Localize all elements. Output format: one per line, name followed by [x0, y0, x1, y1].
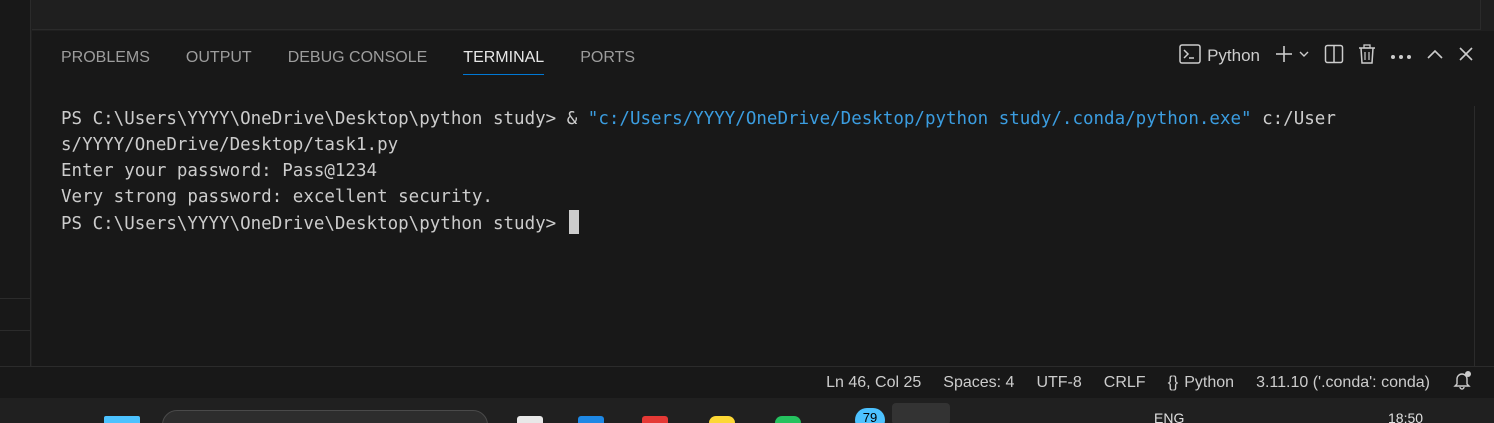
- chevron-down-icon[interactable]: [1298, 47, 1310, 65]
- tab-output[interactable]: OUTPUT: [186, 49, 252, 75]
- kill-terminal-button[interactable]: [1358, 43, 1376, 69]
- app-icon[interactable]: [578, 416, 604, 423]
- terminal-line: PS C:\Users\YYYY\OneDrive\Desktop\python…: [61, 106, 1424, 132]
- terminal-text: c:/User: [1251, 109, 1336, 129]
- more-actions-button[interactable]: [1390, 43, 1412, 69]
- status-bar: Ln 46, Col 25 Spaces: 4 UTF-8 CRLF {} Py…: [0, 366, 1494, 398]
- python-interpreter[interactable]: 3.11.10 ('.conda': conda): [1256, 374, 1430, 392]
- encoding[interactable]: UTF-8: [1036, 374, 1081, 392]
- language-label: Python: [1184, 373, 1235, 391]
- terminal-output[interactable]: PS C:\Users\YYYY\OneDrive\Desktop\python…: [61, 106, 1424, 237]
- clock[interactable]: 18:50: [1388, 410, 1423, 423]
- plus-icon: [1274, 44, 1294, 69]
- end-of-line[interactable]: CRLF: [1104, 374, 1146, 392]
- editor-area: [32, 0, 1494, 30]
- active-app-icon[interactable]: [892, 403, 950, 423]
- trash-icon: [1358, 43, 1376, 69]
- indentation[interactable]: Spaces: 4: [943, 374, 1014, 392]
- more-icon: [1390, 47, 1412, 65]
- new-terminal-button[interactable]: [1274, 43, 1310, 69]
- maximize-panel-button[interactable]: [1426, 43, 1444, 69]
- braces-icon: {}: [1167, 373, 1179, 391]
- panel-actions: Python: [1179, 43, 1474, 69]
- bottom-panel: PROBLEMS OUTPUT DEBUG CONSOLE TERMINAL P…: [32, 31, 1494, 366]
- terminal-string: "c:/Users/YYYY/OneDrive/Desktop/python s…: [587, 109, 1252, 129]
- terminal-scrollbar[interactable]: [1474, 106, 1494, 366]
- notification-badge: 79: [855, 408, 885, 423]
- start-icon[interactable]: [104, 416, 140, 423]
- app-icon[interactable]: [517, 416, 543, 423]
- chevron-up-icon: [1426, 47, 1444, 65]
- activity-bar: [0, 0, 31, 366]
- tab-terminal[interactable]: TERMINAL: [463, 49, 544, 75]
- terminal-prompt: PS C:\Users\YYYY\OneDrive\Desktop\python…: [61, 109, 588, 129]
- terminal-line: Very strong password: excellent security…: [61, 187, 493, 207]
- taskbar-search[interactable]: [162, 410, 488, 423]
- taskbar: 79 ENG 18:50: [0, 398, 1494, 423]
- terminal-prompt: PS C:\Users\YYYY\OneDrive\Desktop\python…: [61, 214, 567, 234]
- panel-tabs: PROBLEMS OUTPUT DEBUG CONSOLE TERMINAL P…: [61, 49, 635, 75]
- split-icon: [1324, 44, 1344, 69]
- app-icon[interactable]: [709, 416, 735, 423]
- input-language[interactable]: ENG: [1154, 410, 1184, 423]
- terminal-line: s/YYYY/OneDrive/Desktop/task1.py: [61, 135, 399, 155]
- tab-debug-console[interactable]: DEBUG CONSOLE: [288, 49, 428, 75]
- split-terminal-button[interactable]: [1324, 43, 1344, 69]
- bell-icon: [1452, 370, 1472, 395]
- app-icon[interactable]: [642, 416, 668, 423]
- app-icon[interactable]: [775, 416, 801, 423]
- divider: [0, 298, 31, 299]
- terminal-selector-label: Python: [1207, 46, 1260, 65]
- terminal-line: Enter your password: Pass@1234: [61, 161, 378, 181]
- terminal-icon: [1179, 43, 1201, 69]
- cursor-position[interactable]: Ln 46, Col 25: [826, 374, 921, 392]
- terminal-selector[interactable]: Python: [1179, 43, 1260, 69]
- terminal-cursor: [568, 210, 579, 234]
- divider: [0, 330, 31, 331]
- language-mode[interactable]: {} Python: [1168, 374, 1235, 392]
- terminal-line: PS C:\Users\YYYY\OneDrive\Desktop\python…: [61, 210, 1424, 237]
- notifications-button[interactable]: [1452, 370, 1472, 395]
- tab-problems[interactable]: PROBLEMS: [61, 49, 150, 75]
- close-panel-button[interactable]: [1458, 43, 1474, 69]
- tab-ports[interactable]: PORTS: [580, 49, 635, 75]
- close-icon: [1458, 46, 1474, 67]
- editor-scrollbar[interactable]: [1480, 0, 1494, 30]
